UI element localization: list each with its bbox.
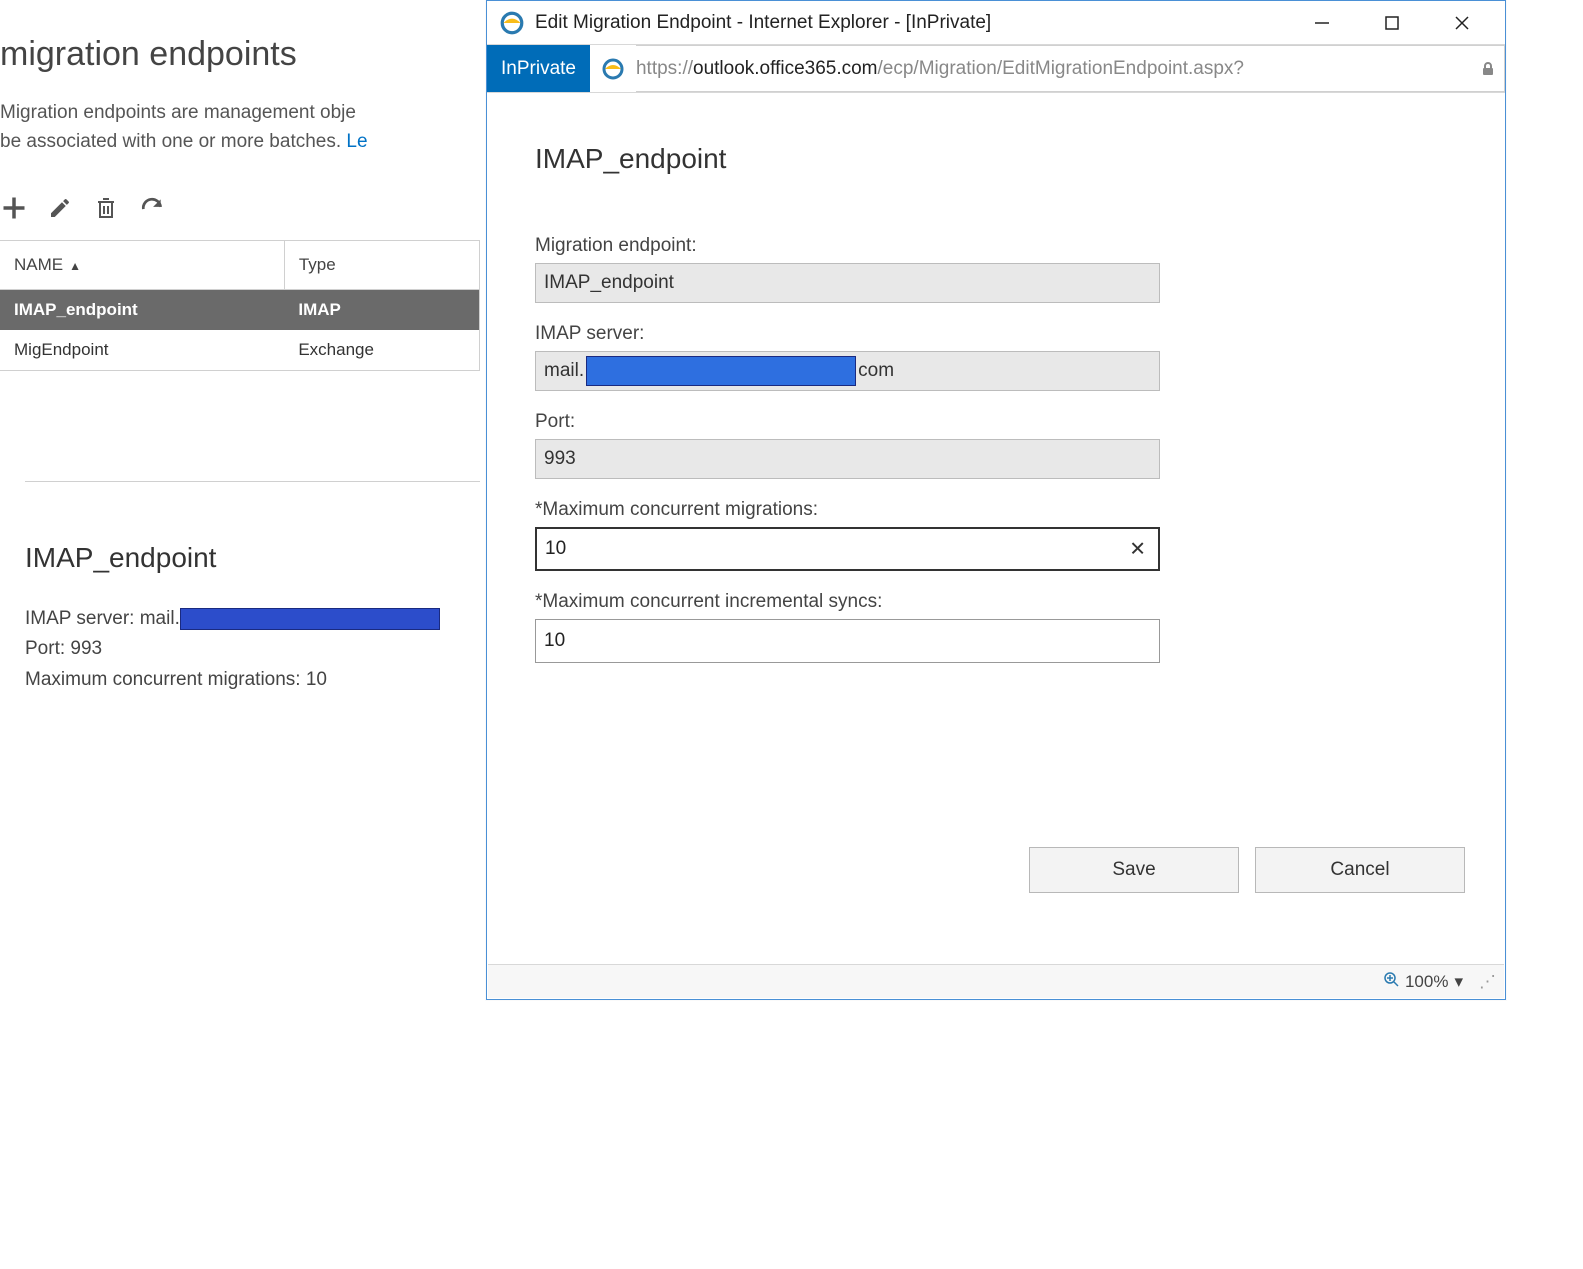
- ie-popup-window: Edit Migration Endpoint - Internet Explo…: [486, 0, 1506, 1000]
- max-migrations-label: *Maximum concurrent migrations:: [535, 499, 1457, 521]
- cell-type: Exchange: [284, 330, 479, 371]
- minimize-button[interactable]: [1287, 3, 1357, 43]
- ie-address-bar: InPrivate https://outlook.office365.com/…: [487, 45, 1505, 93]
- port-label: Port:: [535, 411, 1457, 433]
- table-row[interactable]: IMAP_endpoint IMAP: [0, 290, 480, 331]
- details-max: Maximum concurrent migrations: 10: [25, 665, 480, 695]
- dialog-body: IMAP_endpoint Migration endpoint: IMAP_e…: [487, 93, 1505, 913]
- cell-name: IMAP_endpoint: [0, 290, 284, 331]
- ie-statusbar: 100% ▾ ⋰: [488, 964, 1504, 998]
- window-title: Edit Migration Endpoint - Internet Explo…: [535, 12, 1287, 34]
- ie-titlebar: Edit Migration Endpoint - Internet Explo…: [487, 1, 1505, 45]
- inprivate-badge: InPrivate: [487, 45, 590, 92]
- column-name[interactable]: NAME▲: [0, 241, 284, 290]
- save-button[interactable]: Save: [1029, 847, 1239, 893]
- ie-e-icon: [590, 45, 636, 92]
- edit-icon[interactable]: [46, 194, 74, 222]
- zoom-icon[interactable]: [1383, 971, 1399, 992]
- lock-icon: [1471, 45, 1505, 92]
- details-server: IMAP server: mail.: [25, 604, 480, 634]
- maximize-button[interactable]: [1357, 3, 1427, 43]
- desc-line-1: Migration endpoints are management obje: [0, 102, 356, 123]
- server-label: IMAP server:: [535, 323, 1457, 345]
- resize-grip-icon[interactable]: ⋰: [1479, 972, 1496, 992]
- max-syncs-label: *Maximum concurrent incremental syncs:: [535, 591, 1457, 613]
- details-port: Port: 993: [25, 634, 480, 664]
- max-migrations-input[interactable]: ✕: [535, 527, 1160, 571]
- address-url[interactable]: https://outlook.office365.com/ecp/Migrat…: [636, 45, 1471, 92]
- page-description: Migration endpoints are management obje …: [0, 99, 520, 156]
- max-syncs-field[interactable]: [544, 620, 1119, 662]
- cell-type: IMAP: [284, 290, 479, 331]
- details-panel: IMAP_endpoint IMAP server: mail. Port: 9…: [0, 481, 480, 695]
- add-icon[interactable]: [0, 194, 28, 222]
- clear-icon[interactable]: ✕: [1129, 537, 1146, 562]
- cancel-button[interactable]: Cancel: [1255, 847, 1465, 893]
- zoom-level[interactable]: 100%: [1405, 972, 1448, 992]
- dialog-title: IMAP_endpoint: [535, 143, 1457, 175]
- endpoint-value: IMAP_endpoint: [535, 263, 1160, 303]
- zoom-dropdown-icon[interactable]: ▾: [1454, 972, 1463, 992]
- table-row[interactable]: MigEndpoint Exchange: [0, 330, 480, 371]
- max-syncs-input[interactable]: [535, 619, 1160, 663]
- learn-more-link[interactable]: Le: [346, 131, 367, 152]
- endpoints-table: NAME▲ Type IMAP_endpoint IMAP MigEndpoin…: [0, 240, 480, 371]
- cell-name: MigEndpoint: [0, 330, 284, 371]
- refresh-icon[interactable]: [138, 194, 166, 222]
- redacted-domain: [586, 356, 856, 386]
- delete-icon[interactable]: [92, 194, 120, 222]
- redacted-server: [180, 608, 440, 630]
- server-value: mail. com: [535, 351, 1160, 391]
- endpoint-label: Migration endpoint:: [535, 235, 1457, 257]
- column-type[interactable]: Type: [284, 241, 479, 290]
- divider: [25, 481, 480, 482]
- desc-line-2: be associated with one or more batches.: [0, 131, 346, 152]
- sort-asc-icon: ▲: [69, 259, 81, 273]
- close-button[interactable]: [1427, 3, 1497, 43]
- max-migrations-field[interactable]: [545, 529, 1118, 569]
- port-value: 993: [535, 439, 1160, 479]
- details-title: IMAP_endpoint: [25, 542, 480, 574]
- ie-logo-icon: [499, 10, 525, 36]
- dialog-buttons: Save Cancel: [1029, 847, 1465, 893]
